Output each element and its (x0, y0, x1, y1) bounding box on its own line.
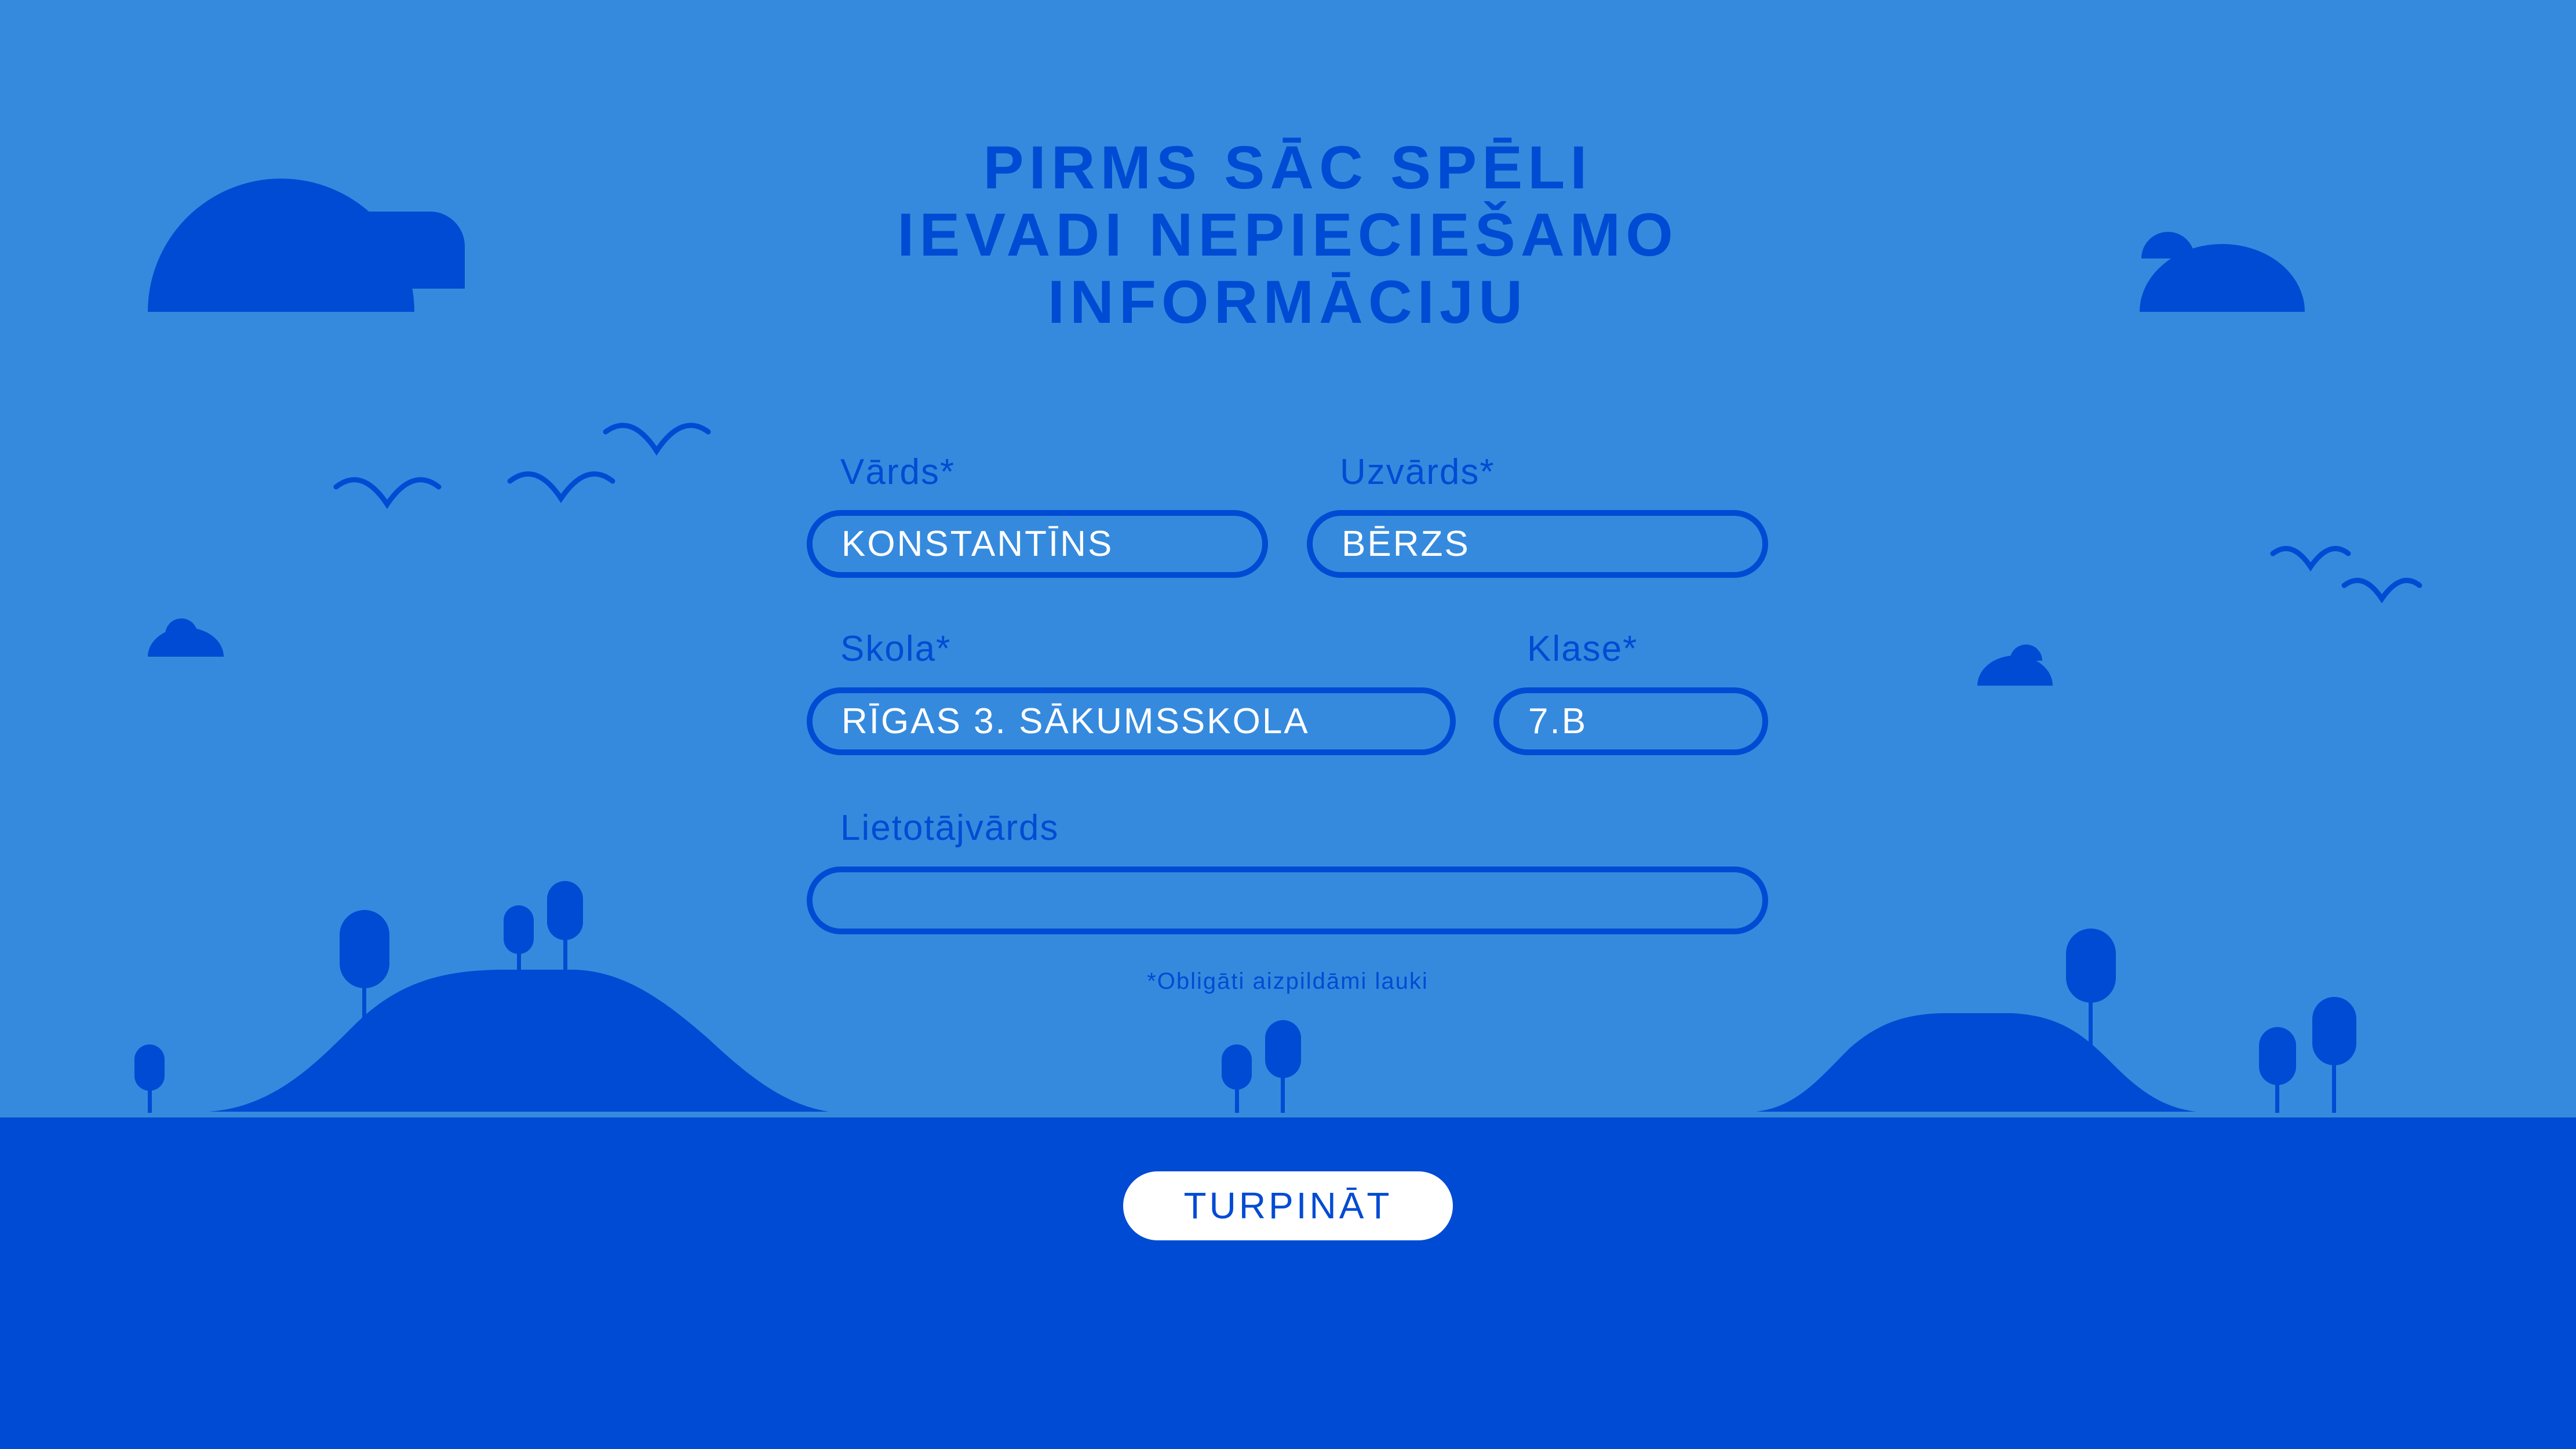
first-name-field[interactable]: KONSTANTĪNS (807, 510, 1268, 578)
start-screen: PIRMS SĀC SPĒLI IEVADI NEPIECIEŠAMO INFO… (0, 0, 2576, 1449)
continue-button[interactable]: TURPINĀT (1123, 1171, 1453, 1240)
username-field[interactable] (807, 867, 1768, 934)
class-field[interactable]: 7.B (1493, 687, 1768, 755)
cloud-icon (148, 179, 465, 312)
tree-icon (2259, 1027, 2296, 1113)
required-fields-note: *Obligāti aizpildāmi lauki (1147, 969, 1429, 994)
title-line: PIRMS SĀC SPĒLI (983, 134, 1593, 202)
school-field[interactable]: RĪGAS 3. SĀKUMSSKOLA (807, 687, 1456, 755)
bird-icon (333, 477, 442, 509)
page-title: PIRMS SĀC SPĒLI IEVADI NEPIECIEŠAMO INFO… (592, 134, 1983, 336)
hill-icon (209, 970, 829, 1112)
ground (0, 1117, 2576, 1449)
school-label: Skola* (840, 629, 952, 669)
tree-icon (134, 1044, 165, 1113)
bird-icon (2270, 546, 2351, 572)
tree-icon (547, 881, 583, 973)
tree-icon (1222, 1044, 1252, 1113)
last-name-field[interactable]: BĒRZS (1307, 510, 1768, 578)
title-line: IEVADI NEPIECIEŠAMO (897, 201, 1678, 269)
tree-icon (504, 905, 534, 971)
tree-icon (2312, 997, 2356, 1113)
bird-icon (507, 471, 615, 504)
last-name-label: Uzvārds* (1340, 452, 1495, 492)
first-name-label: Vārds* (840, 452, 956, 492)
cloud-icon (2140, 232, 2305, 312)
tree-icon (1265, 1020, 1301, 1113)
title-line: INFORMĀCIJU (1047, 268, 1528, 336)
hill-icon (1756, 1013, 2196, 1112)
cloud-icon (1977, 645, 2053, 686)
cloud-icon (148, 618, 224, 657)
bird-icon (603, 423, 711, 456)
bird-icon (2341, 578, 2422, 604)
username-label: Lietotājvārds (840, 808, 1059, 848)
class-label: Klase* (1527, 629, 1638, 669)
